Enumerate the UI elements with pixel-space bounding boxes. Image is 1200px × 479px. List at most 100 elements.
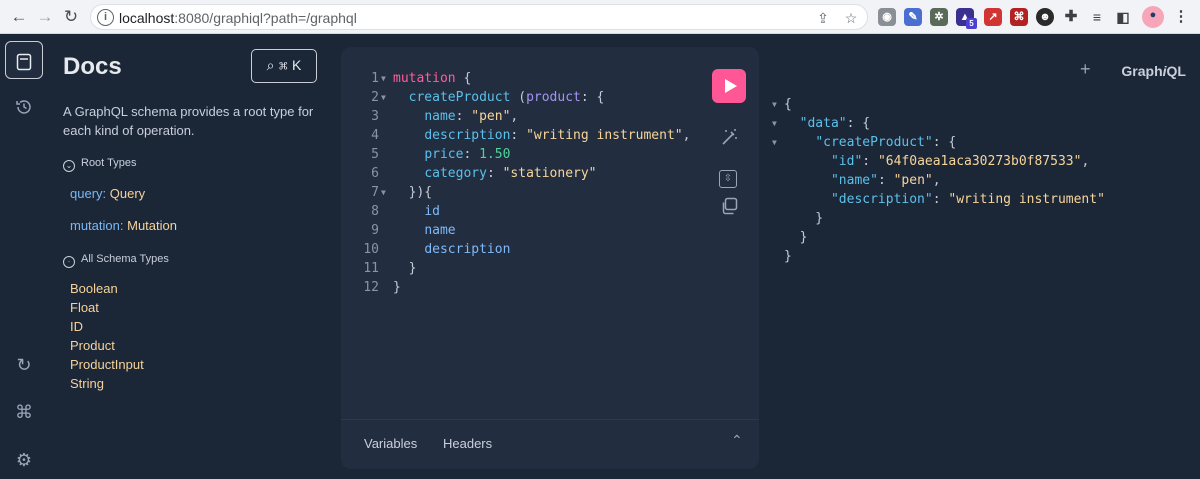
result-value: "pen" <box>893 173 933 188</box>
logo-prefix: Graph <box>1121 63 1163 79</box>
forward-icon[interactable]: → <box>34 6 56 28</box>
code-line: 9 name <box>341 221 701 240</box>
input-value: "writing instrument" <box>526 128 683 143</box>
schema-type-productinput[interactable]: ProductInput <box>70 357 144 372</box>
chevron-up-icon[interactable]: ⌃ <box>731 432 743 449</box>
fold-icon[interactable]: ▼ <box>772 114 777 133</box>
root-type-query[interactable]: query: Query <box>70 186 145 201</box>
schema-type-float[interactable]: Float <box>70 300 99 315</box>
input-key: description <box>424 128 511 143</box>
eyedropper-extension-icon[interactable]: ✎ <box>904 8 922 26</box>
line-number: 9 <box>371 223 379 238</box>
root-type-key: query <box>70 186 103 201</box>
face-extension-icon[interactable]: ☻ <box>1036 8 1054 26</box>
search-shortcut-label: ⌘ K <box>278 57 302 73</box>
root-types-icon: ⌄ <box>63 160 75 172</box>
code-line: 8 id <box>341 202 701 221</box>
url-text[interactable]: localhost:8080/graphiql?path=/graphql <box>119 10 357 26</box>
shortcuts-icon[interactable]: ⌘ <box>5 393 43 431</box>
result-key: "description" <box>830 192 933 207</box>
prettify-icon[interactable] <box>717 127 741 151</box>
fold-icon[interactable]: ▼ <box>381 88 386 107</box>
docs-title: Docs <box>63 53 122 80</box>
add-tab-icon[interactable]: + <box>1080 59 1091 80</box>
result-key: "data" <box>799 116 847 131</box>
browser-menu-icon[interactable]: ⋮ <box>1172 8 1190 26</box>
line-number: 3 <box>371 109 379 124</box>
url-path: :8080/graphiql?path=/graphql <box>174 10 357 26</box>
settings-extension-icon[interactable]: ✲ <box>930 8 948 26</box>
merge-fragments-icon[interactable]: ⇳ <box>719 170 737 188</box>
line-number: 4 <box>371 128 379 143</box>
input-key: name <box>424 109 456 124</box>
tab-headers[interactable]: Headers <box>443 436 492 451</box>
code-line: 5 price: 1.50 <box>341 145 701 164</box>
code-line: 7 ▼ }){ <box>341 183 701 202</box>
mutation-field: createProduct <box>408 90 511 105</box>
root-types-heading-label: Root Types <box>81 157 137 169</box>
execute-query-button[interactable] <box>712 69 746 103</box>
fold-icon[interactable]: ▼ <box>772 133 777 152</box>
sidebar: ↻ ⌘ ⚙ <box>0 35 48 479</box>
puzzle-extensions-icon[interactable]: ✚ <box>1062 8 1080 26</box>
reload-icon[interactable]: ↻ <box>60 6 82 28</box>
tab-variables[interactable]: Variables <box>364 436 417 451</box>
cursor-extension-icon[interactable]: ↗ <box>984 8 1002 26</box>
browser-toolbar: ← → ↻ i localhost:8080/graphiql?path=/gr… <box>0 0 1200 34</box>
back-icon[interactable]: ← <box>8 6 30 28</box>
query-editor[interactable]: 1 ▼ mutation { 2 ▼ createProduct (product: … <box>341 47 759 469</box>
settings-icon[interactable]: ⚙ <box>5 441 43 479</box>
result-value: "64f0aea1aca30273b0f87533" <box>877 154 1082 169</box>
line-number: 2 <box>371 90 379 105</box>
side-panel-icon[interactable]: ◧ <box>1114 8 1132 26</box>
refetch-schema-icon[interactable]: ↻ <box>5 346 43 384</box>
argument-name: product <box>526 90 581 105</box>
root-type-name[interactable]: Mutation <box>127 218 177 233</box>
root-type-name[interactable]: Query <box>110 186 145 201</box>
result-value: "writing instrument" <box>948 192 1105 207</box>
graphiql-app: ↻ ⌘ ⚙ Docs ⌕ ⌘ K A GraphQL schema provid… <box>0 35 1200 479</box>
schema-type-product[interactable]: Product <box>70 338 115 353</box>
profile-avatar[interactable]: ● <box>1142 6 1164 28</box>
line-number: 10 <box>363 242 379 257</box>
input-value: "pen" <box>471 109 511 124</box>
docs-explorer: Docs ⌕ ⌘ K A GraphQL schema provides a r… <box>48 35 336 479</box>
reading-list-icon[interactable]: ≡ <box>1088 8 1106 26</box>
docs-search-button[interactable]: ⌕ ⌘ K <box>251 49 317 83</box>
schema-type-boolean[interactable]: Boolean <box>70 281 118 296</box>
bookmark-star-icon[interactable]: ☆ <box>841 8 861 28</box>
line-number: 5 <box>371 147 379 162</box>
fold-icon[interactable]: ▼ <box>772 95 777 114</box>
input-value: "stationery" <box>502 166 597 181</box>
selection-field: id <box>424 204 440 219</box>
history-icon[interactable] <box>5 87 43 125</box>
all-types-heading-label: All Schema Types <box>81 253 169 265</box>
line-number: 8 <box>371 204 379 219</box>
schema-type-string[interactable]: String <box>70 376 104 391</box>
root-type-mutation[interactable]: mutation: Mutation <box>70 218 177 233</box>
schema-type-id[interactable]: ID <box>70 319 83 334</box>
red-extension-icon[interactable]: ⌘ <box>1010 8 1028 26</box>
code-line: 6 category: "stationery" <box>341 164 701 183</box>
logo-suffix: QL <box>1166 63 1186 79</box>
input-key: category <box>424 166 487 181</box>
result-key: "name" <box>830 173 878 188</box>
line-number: 1 <box>371 71 379 86</box>
fold-icon[interactable]: ▼ <box>381 183 386 202</box>
all-types-heading: · All Schema Types <box>63 253 169 268</box>
camera-extension-icon[interactable]: ◉ <box>878 8 896 26</box>
copy-query-icon[interactable] <box>717 197 741 221</box>
input-value: 1.50 <box>479 147 511 162</box>
code-line: 11 } <box>341 259 701 278</box>
extension-badge: 5 <box>966 18 977 29</box>
graphiql-logo: GraphiQL <box>1121 63 1186 79</box>
query-code[interactable]: 1 ▼ mutation { 2 ▼ createProduct (product: … <box>341 69 701 297</box>
line-number: 7 <box>371 185 379 200</box>
fold-icon[interactable]: ▼ <box>381 69 386 88</box>
docs-icon[interactable] <box>5 41 43 79</box>
input-key: price <box>424 147 464 162</box>
url-host: localhost <box>119 10 175 26</box>
share-icon[interactable]: ⇪ <box>813 8 833 28</box>
address-bar[interactable]: i localhost:8080/graphiql?path=/graphql … <box>90 4 868 30</box>
site-info-icon[interactable]: i <box>97 9 114 26</box>
